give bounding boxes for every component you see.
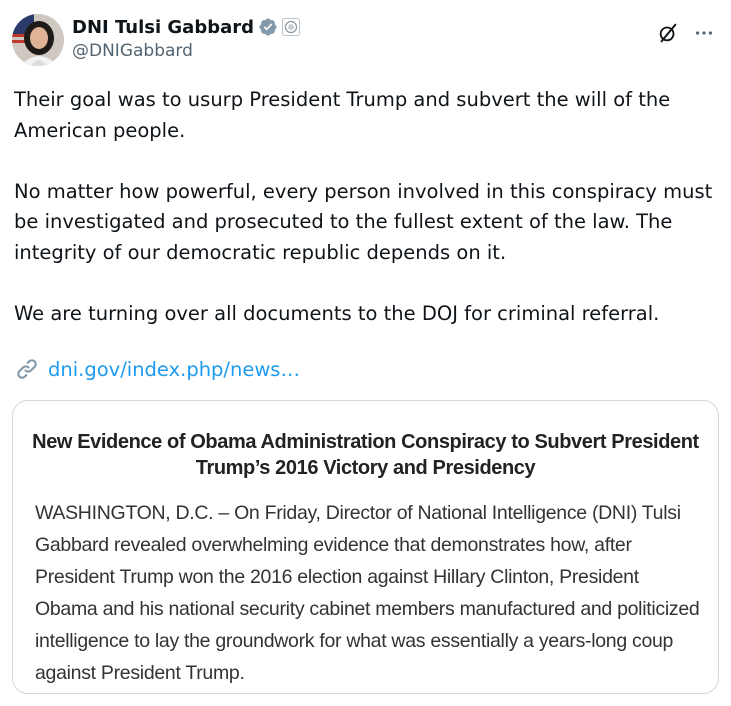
- tweet-header: DNI Tulsi Gabbard @DNIGabbard: [12, 12, 719, 68]
- tweet-paragraph: Their goal was to usurp President Trump …: [14, 88, 671, 142]
- card-title-line: Trump’s 2016 Victory and Presidency: [195, 457, 536, 479]
- tweet-text: Their goal was to usurp President Trump …: [14, 85, 719, 329]
- link-preview-card[interactable]: New Evidence of Obama Administration Con…: [12, 400, 719, 694]
- handle[interactable]: @DNIGabbard: [72, 41, 300, 61]
- link-text[interactable]: dni.gov/index.php/news…: [48, 358, 300, 381]
- more-icon[interactable]: [689, 18, 719, 48]
- tweet-link[interactable]: dni.gov/index.php/news…: [14, 356, 300, 382]
- verified-badge-icon[interactable]: [258, 17, 278, 37]
- link-icon: [17, 359, 37, 379]
- card-title-line: New Evidence of Obama Administration Con…: [32, 431, 699, 453]
- avatar[interactable]: [12, 14, 64, 66]
- card-body: WASHINGTON, D.C. – On Friday, Director o…: [35, 502, 700, 684]
- card-title: New Evidence of Obama Administration Con…: [13, 429, 718, 481]
- affiliate-badge-icon[interactable]: [282, 18, 301, 36]
- tweet-paragraph: We are turning over all documents to the…: [14, 301, 660, 325]
- tweet-paragraph: No matter how powerful, every person inv…: [14, 179, 713, 264]
- tweet-actions: [647, 18, 719, 48]
- grok-icon[interactable]: [653, 18, 683, 48]
- display-name[interactable]: DNI Tulsi Gabbard: [72, 17, 254, 38]
- avatar-image: [12, 14, 64, 66]
- author-names: DNI Tulsi Gabbard @DNIGabbard: [72, 14, 301, 61]
